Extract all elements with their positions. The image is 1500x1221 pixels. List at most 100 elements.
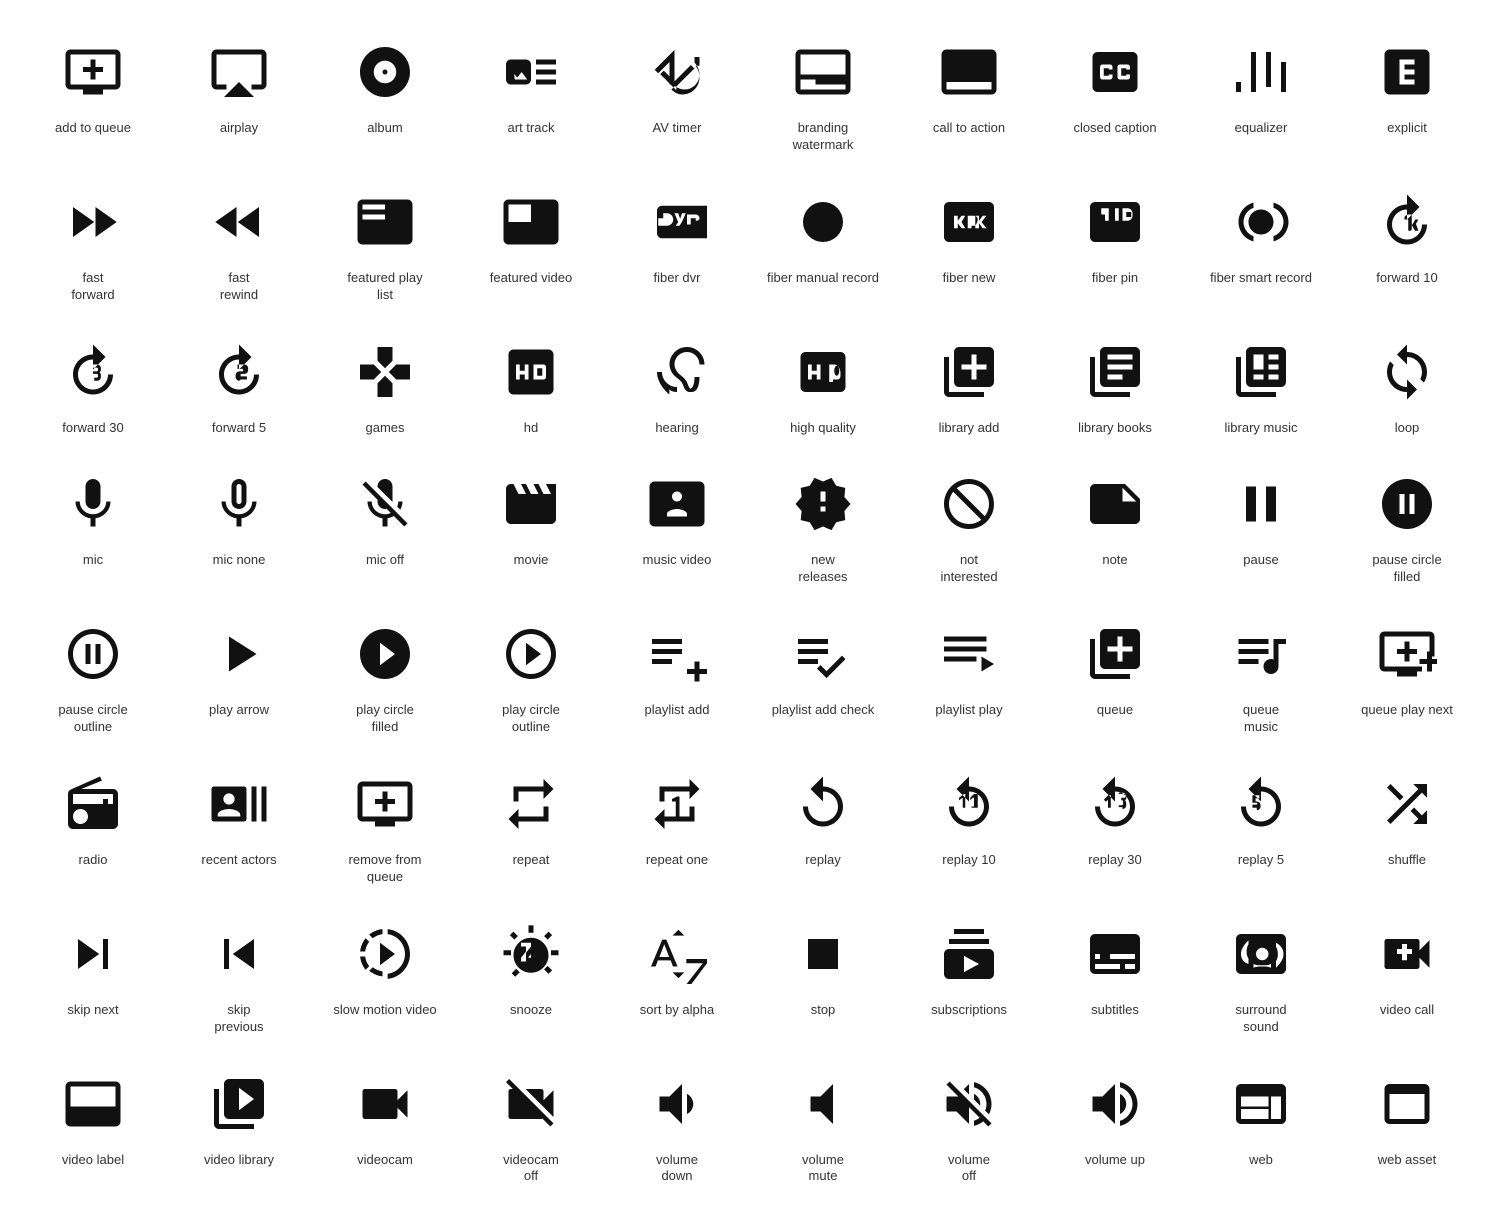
slow-motion-video-label: slow motion video bbox=[333, 1002, 436, 1019]
add-to-queue-label: add to queue bbox=[55, 120, 131, 137]
playlist-play-icon bbox=[929, 614, 1009, 694]
icon-cell-playlist-add-check: playlist add check bbox=[750, 602, 896, 752]
icon-cell-library-music: library music bbox=[1188, 320, 1334, 453]
icon-cell-play-circle-outline: play circleoutline bbox=[458, 602, 604, 752]
equalizer-label: equalizer bbox=[1235, 120, 1288, 137]
icon-cell-video-library: video library bbox=[166, 1052, 312, 1202]
videocam-icon bbox=[345, 1064, 425, 1144]
icon-cell-replay-5: replay 5 bbox=[1188, 752, 1334, 902]
icon-cell-call-to-action: call to action bbox=[896, 20, 1042, 170]
pause-circle-filled-icon bbox=[1367, 464, 1447, 544]
fiber-smart-record-icon bbox=[1221, 182, 1301, 262]
icon-cell-high-quality: high quality bbox=[750, 320, 896, 453]
icon-cell-fast-rewind: fastrewind bbox=[166, 170, 312, 320]
fiber-new-icon bbox=[929, 182, 1009, 262]
fiber-dvr-icon bbox=[637, 182, 717, 262]
library-books-icon bbox=[1075, 332, 1155, 412]
library-music-icon bbox=[1221, 332, 1301, 412]
volume-up-label: volume up bbox=[1085, 1152, 1145, 1169]
volume-down-label: volumedown bbox=[656, 1152, 698, 1186]
featured-play-list-label: featured playlist bbox=[347, 270, 422, 304]
icon-cell-queue: queue bbox=[1042, 602, 1188, 752]
icon-cell-queue-play-next: queue play next bbox=[1334, 602, 1480, 752]
icon-cell-volume-up: volume up bbox=[1042, 1052, 1188, 1202]
mic-off-label: mic off bbox=[366, 552, 404, 569]
mic-off-icon bbox=[345, 464, 425, 544]
icon-cell-snooze: snooze bbox=[458, 902, 604, 1052]
icon-cell-volume-off: volumeoff bbox=[896, 1052, 1042, 1202]
airplay-icon bbox=[199, 32, 279, 112]
music-video-icon bbox=[637, 464, 717, 544]
icon-cell-art-track: art track bbox=[458, 20, 604, 170]
icon-cell-equalizer: equalizer bbox=[1188, 20, 1334, 170]
mic-icon bbox=[53, 464, 133, 544]
shuffle-icon bbox=[1367, 764, 1447, 844]
forward-30-icon bbox=[53, 332, 133, 412]
icon-cell-forward-30: forward 30 bbox=[20, 320, 166, 453]
icon-cell-featured-play-list: featured playlist bbox=[312, 170, 458, 320]
stop-icon bbox=[783, 914, 863, 994]
branding-watermark-label: brandingwatermark bbox=[793, 120, 854, 154]
volume-down-icon bbox=[637, 1064, 717, 1144]
subtitles-label: subtitles bbox=[1091, 1002, 1139, 1019]
icon-cell-remove-from-queue: remove fromqueue bbox=[312, 752, 458, 902]
playlist-add-icon bbox=[637, 614, 717, 694]
new-releases-icon bbox=[783, 464, 863, 544]
icon-cell-library-books: library books bbox=[1042, 320, 1188, 453]
replay-10-label: replay 10 bbox=[942, 852, 995, 869]
playlist-add-check-label: playlist add check bbox=[772, 702, 875, 719]
icon-cell-new-releases: newreleases bbox=[750, 452, 896, 602]
replay-30-icon bbox=[1075, 764, 1155, 844]
fast-rewind-icon bbox=[199, 182, 279, 262]
videocam-off-icon bbox=[491, 1064, 571, 1144]
icon-cell-mic: mic bbox=[20, 452, 166, 602]
fiber-new-label: fiber new bbox=[943, 270, 996, 287]
icon-cell-movie: movie bbox=[458, 452, 604, 602]
queue-music-icon bbox=[1221, 614, 1301, 694]
icon-cell-pause-circle-filled: pause circlefilled bbox=[1334, 452, 1480, 602]
pause-circle-outline-label: pause circleoutline bbox=[58, 702, 127, 736]
icon-cell-skip-previous: skipprevious bbox=[166, 902, 312, 1052]
icon-cell-slow-motion-video: slow motion video bbox=[312, 902, 458, 1052]
featured-video-label: featured video bbox=[490, 270, 572, 287]
closed-caption-label: closed caption bbox=[1073, 120, 1156, 137]
mic-label: mic bbox=[83, 552, 103, 569]
not-interested-label: notinterested bbox=[940, 552, 997, 586]
add-to-queue-icon bbox=[53, 32, 133, 112]
icon-cell-fiber-new: fiber new bbox=[896, 170, 1042, 320]
sort-by-alpha-icon bbox=[637, 914, 717, 994]
icon-cell-pause-circle-outline: pause circleoutline bbox=[20, 602, 166, 752]
play-arrow-icon bbox=[199, 614, 279, 694]
featured-play-list-icon bbox=[345, 182, 425, 262]
snooze-label: snooze bbox=[510, 1002, 552, 1019]
note-label: note bbox=[1102, 552, 1127, 569]
slow-motion-video-icon bbox=[345, 914, 425, 994]
sort-by-alpha-label: sort by alpha bbox=[640, 1002, 714, 1019]
new-releases-label: newreleases bbox=[798, 552, 847, 586]
icon-cell-queue-music: queuemusic bbox=[1188, 602, 1334, 752]
replay-5-icon bbox=[1221, 764, 1301, 844]
pause-circle-outline-icon bbox=[53, 614, 133, 694]
forward-10-label: forward 10 bbox=[1376, 270, 1437, 287]
forward-10-icon bbox=[1367, 182, 1447, 262]
skip-next-label: skip next bbox=[67, 1002, 118, 1019]
icon-cell-album: album bbox=[312, 20, 458, 170]
pause-label: pause bbox=[1243, 552, 1278, 569]
icon-cell-forward-10: forward 10 bbox=[1334, 170, 1480, 320]
album-label: album bbox=[367, 120, 402, 137]
fiber-pin-label: fiber pin bbox=[1092, 270, 1138, 287]
volume-off-label: volumeoff bbox=[948, 1152, 990, 1186]
radio-label: radio bbox=[79, 852, 108, 869]
icon-cell-web-asset: web asset bbox=[1334, 1052, 1480, 1202]
featured-video-icon bbox=[491, 182, 571, 262]
remove-from-queue-label: remove fromqueue bbox=[349, 852, 422, 886]
volume-mute-label: volumemute bbox=[802, 1152, 844, 1186]
icon-cell-games: games bbox=[312, 320, 458, 453]
icon-cell-playlist-add: playlist add bbox=[604, 602, 750, 752]
icon-cell-web: web bbox=[1188, 1052, 1334, 1202]
surround-sound-label: surroundsound bbox=[1235, 1002, 1286, 1036]
icon-cell-surround-sound: surroundsound bbox=[1188, 902, 1334, 1052]
play-arrow-label: play arrow bbox=[209, 702, 269, 719]
recent-actors-label: recent actors bbox=[201, 852, 276, 869]
playlist-add-check-icon bbox=[783, 614, 863, 694]
